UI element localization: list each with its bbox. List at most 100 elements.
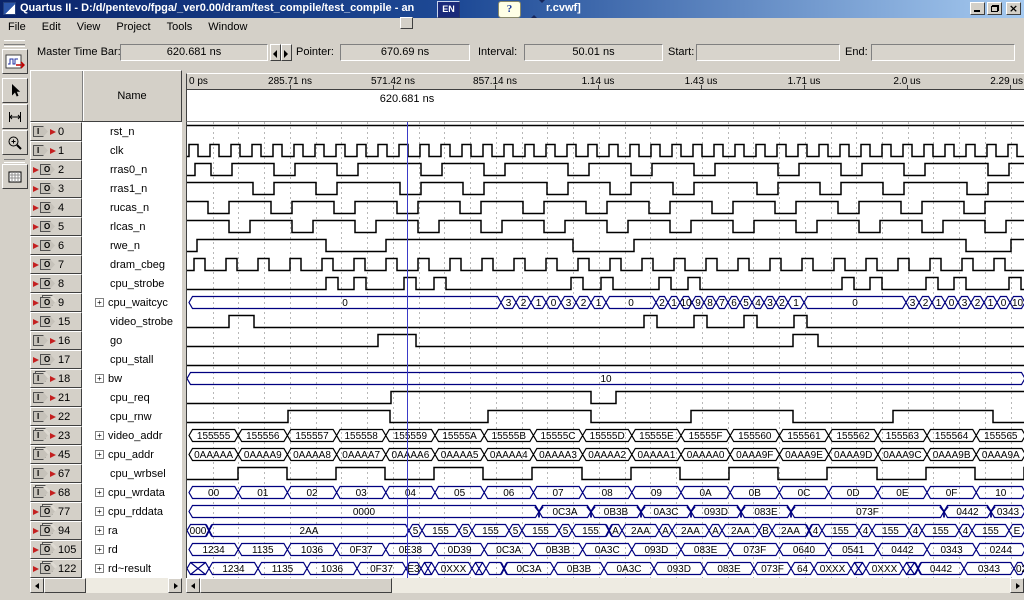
waveform-editor-button[interactable] — [2, 49, 28, 74]
scroll-thumb[interactable] — [200, 578, 392, 593]
expand-icon[interactable]: + — [95, 450, 104, 459]
signal-panel-hscrollbar[interactable] — [30, 578, 182, 593]
signal-handle-ra[interactable]: O94 — [30, 521, 82, 540]
wave-row-ra[interactable]: 0002AA5155515551555155A2AAA2AAA2AAB2AA41… — [187, 525, 1024, 538]
waveform-hscrollbar[interactable] — [186, 578, 1024, 593]
master-time-prev-button[interactable] — [270, 44, 281, 61]
wave-row-bw[interactable]: 10 — [187, 373, 1024, 386]
signal-row-cpu_stall[interactable]: cpu_stall — [82, 350, 182, 369]
signal-row-clk[interactable]: clk — [82, 141, 182, 160]
signal-row-rlcas_n[interactable]: rlcas_n — [82, 217, 182, 236]
signal-handle-cpu_strobe[interactable]: O8 — [30, 274, 82, 293]
signal-row-cpu_rnw[interactable]: cpu_rnw — [82, 407, 182, 426]
wave-row-rlcas_n[interactable] — [187, 221, 1024, 233]
wave-row-cpu_strobe[interactable] — [187, 278, 1024, 290]
wave-row-go[interactable] — [187, 335, 1024, 347]
menu-window[interactable]: Window — [200, 18, 255, 33]
signal-handle-rst_n[interactable]: I0 — [30, 122, 82, 141]
wave-row-rwe_n[interactable] — [187, 240, 1024, 252]
scroll-right-button[interactable] — [1010, 578, 1024, 593]
signal-row-rwe_n[interactable]: rwe_n — [82, 236, 182, 255]
wave-row-video_strobe[interactable] — [187, 316, 1024, 328]
time-ruler[interactable]: 0 ps285.71 ns571.42 ns857.14 ns1.14 us1.… — [186, 73, 1024, 90]
expand-icon[interactable]: + — [95, 374, 104, 383]
signal-handle-rucas_n[interactable]: O4 — [30, 198, 82, 217]
wave-row-cpu_req[interactable] — [187, 392, 1024, 404]
signal-row-cpu_wrdata[interactable]: +cpu_wrdata — [82, 483, 182, 502]
signal-handle-dram_cbeg[interactable]: O7 — [30, 255, 82, 274]
langbar-options-icon[interactable] — [530, 3, 539, 15]
menu-tools[interactable]: Tools — [159, 18, 201, 33]
expand-icon[interactable]: + — [95, 488, 104, 497]
language-indicator[interactable]: EN — [437, 1, 460, 18]
signal-row-rucas_n[interactable]: rucas_n — [82, 198, 182, 217]
wave-row-cpu_waitcyc[interactable]: 032103210211098765432103210321010 — [189, 297, 1024, 310]
master-time-bar-strip[interactable]: 620.681 ns — [186, 90, 1024, 122]
scroll-right-button[interactable] — [168, 578, 182, 593]
wave-row-rras1_n[interactable] — [187, 183, 1024, 195]
signal-handle-cpu_waitcyc[interactable]: O9 — [30, 293, 82, 312]
minimize-button[interactable] — [970, 2, 985, 15]
signal-row-cpu_strobe[interactable]: cpu_strobe — [82, 274, 182, 293]
wave-row-rras0_n[interactable] — [187, 164, 1024, 176]
scroll-left-button[interactable] — [186, 578, 200, 593]
signal-handle-cpu_stall[interactable]: O17 — [30, 350, 82, 369]
wave-row-rucas_n[interactable] — [187, 202, 1024, 214]
title-bar[interactable]: Quartus II - D:/d/pentevo/fpga/_ver0.00/… — [0, 0, 1024, 18]
zoom-tool-button[interactable] — [2, 130, 28, 155]
fit-in-window-button[interactable] — [2, 104, 28, 129]
signal-handle-rlcas_n[interactable]: O5 — [30, 217, 82, 236]
expand-icon[interactable]: + — [95, 564, 104, 573]
wave-row-rd~result[interactable]: 1234113510360F37E30XXX0C3A0B3B0A3C093D08… — [187, 563, 1024, 576]
scroll-left-button[interactable] — [30, 578, 44, 593]
signal-row-rras0_n[interactable]: rras0_n — [82, 160, 182, 179]
scroll-thumb[interactable] — [44, 578, 86, 593]
wave-row-cpu_wrbsel[interactable] — [187, 468, 1024, 480]
signal-handle-rd~result[interactable]: O122 — [30, 559, 82, 578]
signal-handle-cpu_req[interactable]: I21 — [30, 388, 82, 407]
signal-handle-rras1_n[interactable]: O3 — [30, 179, 82, 198]
signal-row-rst_n[interactable]: rst_n — [82, 122, 182, 141]
expand-icon[interactable]: + — [95, 545, 104, 554]
waveform-canvas[interactable]: 0321032102110987654321032103210101015555… — [187, 122, 1024, 578]
waveform-area[interactable]: 0321032102110987654321032103210101015555… — [186, 122, 1024, 578]
signal-handle-cpu_wrbsel[interactable]: I67 — [30, 464, 82, 483]
expand-icon[interactable]: + — [95, 431, 104, 440]
wave-row-clk[interactable] — [187, 145, 1024, 157]
signal-row-cpu_waitcyc[interactable]: +cpu_waitcyc — [82, 293, 182, 312]
signal-row-cpu_wrbsel[interactable]: cpu_wrbsel — [82, 464, 182, 483]
signal-row-rd[interactable]: +rd — [82, 540, 182, 559]
menu-file[interactable]: File — [0, 18, 34, 33]
signal-row-cpu_rddata[interactable]: +cpu_rddata — [82, 502, 182, 521]
wave-row-rd[interactable]: 1234113510360F370E380D390C3A0B3B0A3C093D… — [189, 544, 1024, 557]
signal-handle-video_strobe[interactable]: O15 — [30, 312, 82, 331]
time-bar-handle[interactable] — [400, 17, 413, 29]
expand-icon[interactable]: + — [95, 526, 104, 535]
grid-view-button[interactable] — [2, 164, 28, 189]
signal-handle-clk[interactable]: I1 — [30, 141, 82, 160]
signal-row-cpu_addr[interactable]: +cpu_addr — [82, 445, 182, 464]
signal-handle-rwe_n[interactable]: O6 — [30, 236, 82, 255]
wave-row-cpu_addr[interactable]: 0AAAAA0AAAA90AAAA80AAAA70AAAA60AAAA50AAA… — [189, 449, 1024, 462]
selection-tool-button[interactable] — [2, 78, 28, 103]
signal-row-ra[interactable]: +ra — [82, 521, 182, 540]
signal-row-dram_cbeg[interactable]: dram_cbeg — [82, 255, 182, 274]
signal-handle-rras0_n[interactable]: O2 — [30, 160, 82, 179]
expand-icon[interactable]: + — [95, 298, 104, 307]
menu-view[interactable]: View — [69, 18, 109, 33]
signal-handle-bw[interactable]: I18 — [30, 369, 82, 388]
signal-handle-cpu_addr[interactable]: I45 — [30, 445, 82, 464]
menu-edit[interactable]: Edit — [34, 18, 69, 33]
signal-row-video_strobe[interactable]: video_strobe — [82, 312, 182, 331]
signal-handle-go[interactable]: I16 — [30, 331, 82, 350]
signal-handle-cpu_rnw[interactable]: I22 — [30, 407, 82, 426]
close-button[interactable]: × — [1006, 2, 1021, 15]
master-time-field[interactable]: 620.681 ns — [120, 44, 268, 61]
wave-row-dram_cbeg[interactable] — [187, 259, 1024, 271]
master-time-next-button[interactable] — [281, 44, 292, 61]
signal-handle-cpu_wrdata[interactable]: I68 — [30, 483, 82, 502]
help-balloon-icon[interactable]: ? — [498, 1, 521, 18]
start-field[interactable] — [696, 44, 840, 61]
signal-row-bw[interactable]: +bw — [82, 369, 182, 388]
expand-icon[interactable]: + — [95, 507, 104, 516]
